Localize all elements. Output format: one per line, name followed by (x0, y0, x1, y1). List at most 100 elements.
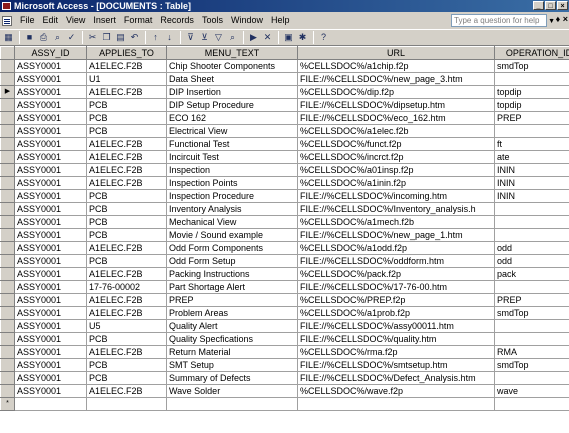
cell-applies-to[interactable]: U5 (86, 319, 167, 333)
cell-operation-id[interactable]: ate (494, 150, 569, 164)
record-selector[interactable] (0, 111, 15, 125)
cell-url[interactable]: FILE://%CELLSDOC%/new_page_1.htm (297, 228, 495, 242)
table-row[interactable]: ASSY0001 A1ELEC.F2B Wave Solder %CELLSDOC%/… (0, 384, 569, 398)
table-row[interactable]: ASSY0001 PCB ECO 162 FILE://%CELLSDOC%/eco_… (0, 111, 569, 125)
cell-applies-to[interactable]: A1ELEC.F2B (86, 293, 167, 307)
cell-assy-id[interactable]: ASSY0001 (14, 293, 87, 307)
cell-applies-to[interactable]: A1ELEC.F2B (86, 59, 167, 73)
table-row[interactable]: ASSY0001 U1 Data Sheet FILE://%CELLSDOC%/ne… (0, 72, 569, 86)
cell-operation-id[interactable]: PREP (494, 111, 569, 125)
cell-url[interactable]: FILE://%CELLSDOC%/Defect_Analysis.htm (297, 371, 495, 385)
record-selector[interactable] (0, 228, 15, 242)
cell-operation-id[interactable] (494, 371, 569, 385)
cell-operation-id[interactable]: odd (494, 241, 569, 255)
table-row[interactable]: ASSY0001 PCB Inspection Procedure FILE://%C… (0, 189, 569, 203)
cell-applies-to[interactable]: PCB (86, 254, 167, 268)
menu-insert[interactable]: Insert (89, 12, 120, 29)
cell-url[interactable]: %CELLSDOC%/pack.f2p (297, 267, 495, 281)
cell-operation-id[interactable]: topdip (494, 85, 569, 99)
record-selector[interactable] (0, 98, 15, 112)
cell-menu-text[interactable]: Inspection Points (166, 176, 298, 190)
cell-operation-id[interactable]: RMA (494, 345, 569, 359)
record-selector[interactable] (0, 254, 15, 268)
cell-menu-text[interactable]: Data Sheet (166, 72, 298, 86)
cell-applies-to[interactable]: PCB (86, 358, 167, 372)
cell-url[interactable]: %CELLSDOC%/a1elec.f2b (297, 124, 495, 138)
cell-assy-id[interactable] (14, 397, 87, 411)
select-all-corner[interactable] (0, 46, 15, 60)
filter-by-form-icon[interactable]: ⊻ (198, 31, 211, 44)
cell-assy-id[interactable]: ASSY0001 (14, 384, 87, 398)
cell-menu-text[interactable]: Odd Form Setup (166, 254, 298, 268)
table-row[interactable]: ASSY0001 A1ELEC.F2B Problem Areas %CELLSDOC… (0, 306, 569, 320)
menu-records[interactable]: Records (156, 12, 198, 29)
table-row[interactable]: ASSY0001 PCB Movie / Sound example FILE://%… (0, 228, 569, 242)
cell-menu-text[interactable]: Odd Form Components (166, 241, 298, 255)
cell-assy-id[interactable]: ASSY0001 (14, 332, 87, 346)
cell-menu-text[interactable]: Quality Alert (166, 319, 298, 333)
table-row[interactable]: ASSY0001 A1ELEC.F2B Return Material %CELLSD… (0, 345, 569, 359)
cell-menu-text[interactable]: Return Material (166, 345, 298, 359)
column-header-menu-text[interactable]: MENU_TEXT (166, 46, 298, 60)
access-app-icon[interactable] (2, 2, 11, 10)
cell-assy-id[interactable]: ASSY0001 (14, 358, 87, 372)
cell-menu-text[interactable]: Inspection (166, 163, 298, 177)
cell-menu-text[interactable]: Electrical View (166, 124, 298, 138)
cell-menu-text[interactable]: Summary of Defects (166, 371, 298, 385)
cell-menu-text[interactable]: SMT Setup (166, 358, 298, 372)
cell-applies-to[interactable]: A1ELEC.F2B (86, 176, 167, 190)
cell-operation-id[interactable]: ININ (494, 176, 569, 190)
cell-menu-text[interactable]: Functional Test (166, 137, 298, 151)
cut-icon[interactable]: ✂ (86, 31, 99, 44)
record-selector[interactable] (0, 306, 15, 320)
cell-applies-to[interactable]: PCB (86, 98, 167, 112)
cell-applies-to[interactable]: A1ELEC.F2B (86, 137, 167, 151)
cell-operation-id[interactable]: smdTop (494, 59, 569, 73)
menu-edit[interactable]: Edit (39, 12, 63, 29)
help-icon[interactable]: ? (317, 31, 330, 44)
cell-assy-id[interactable]: ASSY0001 (14, 280, 87, 294)
cell-assy-id[interactable]: ASSY0001 (14, 72, 87, 86)
menu-window[interactable]: Window (227, 12, 267, 29)
cell-menu-text[interactable]: Quality Specfications (166, 332, 298, 346)
cell-menu-text[interactable]: Mechanical View (166, 215, 298, 229)
find-icon[interactable]: ⌕ (226, 31, 239, 44)
record-selector[interactable] (0, 384, 15, 398)
cell-applies-to[interactable]: A1ELEC.F2B (86, 150, 167, 164)
cell-applies-to[interactable]: PCB (86, 124, 167, 138)
paste-icon[interactable]: ▤ (114, 31, 127, 44)
cell-menu-text[interactable]: Inspection Procedure (166, 189, 298, 203)
table-row[interactable]: ASSY0001 A1ELEC.F2B Odd Form Components %CE… (0, 241, 569, 255)
cell-assy-id[interactable]: ASSY0001 (14, 228, 87, 242)
cell-url[interactable] (297, 397, 495, 411)
cell-assy-id[interactable]: ASSY0001 (14, 59, 87, 73)
column-header-applies-to[interactable]: APPLIES_TO (86, 46, 167, 60)
cell-url[interactable]: %CELLSDOC%/rma.f2p (297, 345, 495, 359)
cell-url[interactable]: FILE://%CELLSDOC%/oddform.htm (297, 254, 495, 268)
cell-url[interactable]: %CELLSDOC%/wave.f2p (297, 384, 495, 398)
cell-applies-to[interactable]: PCB (86, 189, 167, 203)
record-selector[interactable] (0, 215, 15, 229)
help-search-input[interactable]: Type a question for help (451, 14, 547, 27)
table-row[interactable]: ASSY0001 PCB Mechanical View %CELLSDOC%/a1m… (0, 215, 569, 229)
cell-applies-to[interactable]: A1ELEC.F2B (86, 267, 167, 281)
record-selector[interactable] (0, 124, 15, 138)
cell-menu-text[interactable]: DIP Insertion (166, 85, 298, 99)
column-header-url[interactable]: URL (297, 46, 495, 60)
cell-operation-id[interactable] (494, 72, 569, 86)
table-row[interactable]: ASSY0001 A1ELEC.F2B PREP %CELLSDOC%/PREP.f2… (0, 293, 569, 307)
table-row[interactable]: ▶ ASSY0001 A1ELEC.F2B DIP Insertion %CELLSDO… (0, 85, 569, 99)
cell-applies-to[interactable]: A1ELEC.F2B (86, 384, 167, 398)
record-selector[interactable] (0, 319, 15, 333)
cell-assy-id[interactable]: ASSY0001 (14, 163, 87, 177)
cell-assy-id[interactable]: ASSY0001 (14, 241, 87, 255)
record-selector[interactable] (0, 176, 15, 190)
cell-menu-text[interactable]: PREP (166, 293, 298, 307)
cell-assy-id[interactable]: ASSY0001 (14, 150, 87, 164)
print-icon[interactable]: ⎙ (37, 31, 50, 44)
cell-applies-to[interactable]: A1ELEC.F2B (86, 306, 167, 320)
cell-assy-id[interactable]: ASSY0001 (14, 111, 87, 125)
delete-record-icon[interactable]: ✕ (261, 31, 274, 44)
cell-menu-text[interactable]: Movie / Sound example (166, 228, 298, 242)
menu-help[interactable]: Help (267, 12, 294, 29)
